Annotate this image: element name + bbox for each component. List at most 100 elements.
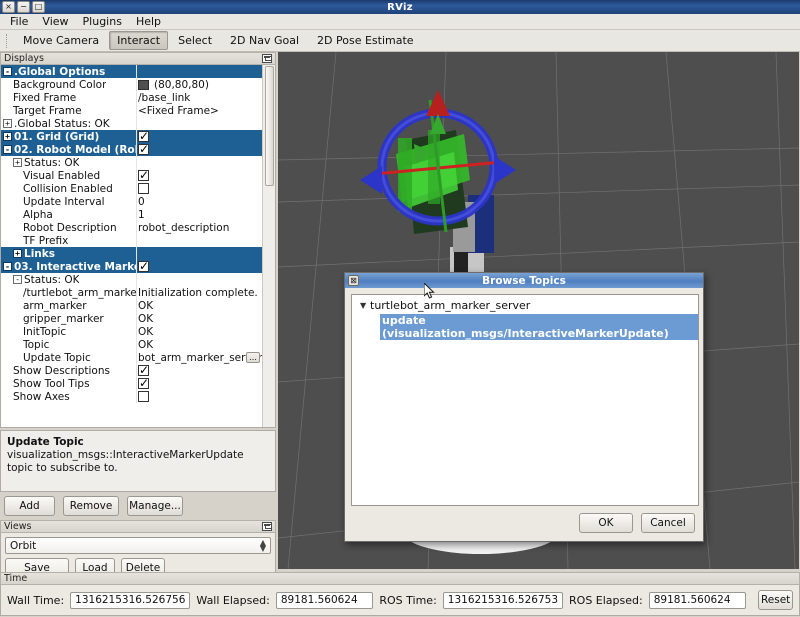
tree-row[interactable]: Show Axes	[1, 390, 262, 403]
tree-row[interactable]: - Status: OK	[1, 273, 262, 286]
checkbox[interactable]	[138, 183, 149, 194]
displays-tree[interactable]: - .Global Options Background Color (80,80,8…	[0, 65, 276, 428]
ros-time-field[interactable]: 1316215316.526753	[442, 591, 564, 609]
value-text: Initialization complete.	[138, 286, 258, 299]
topic-node-label: turtlebot_arm_marker_server	[370, 299, 531, 312]
cancel-button[interactable]: Cancel	[641, 513, 695, 533]
close-icon[interactable]: ×	[2, 1, 15, 13]
menu-view[interactable]: View	[36, 14, 74, 29]
tree-row[interactable]: Target Frame <Fixed Frame>	[1, 104, 262, 117]
topic-tree-node[interactable]: ▼ turtlebot_arm_marker_server	[352, 295, 698, 312]
topic-list[interactable]: ▼ turtlebot_arm_marker_server update (vi…	[351, 294, 699, 506]
column-separator	[136, 260, 137, 273]
checkbox[interactable]	[138, 391, 149, 402]
tree-row[interactable]: - .Global Options	[1, 65, 262, 78]
tool-interact[interactable]: Interact	[109, 31, 169, 50]
tree-row-value: bot_arm_marker_server/update...	[136, 352, 262, 364]
rviz-window: × − □ RViz File View Plugins Help Move C…	[0, 0, 800, 617]
minimize-icon[interactable]: −	[17, 1, 30, 13]
value-text: robot_description	[138, 221, 230, 234]
tree-row[interactable]: gripper_marker OK	[1, 312, 262, 325]
tree-row-name: +01. Grid (Grid)	[1, 131, 136, 143]
chevron-down-icon[interactable]: ▼	[360, 301, 370, 310]
checkbox[interactable]	[138, 261, 149, 272]
tree-row[interactable]: Background Color (80,80,80)	[1, 78, 262, 91]
tree-row[interactable]: Collision Enabled	[1, 182, 262, 195]
tree-row[interactable]: + .Global Status: OK	[1, 117, 262, 130]
checkbox[interactable]	[138, 365, 149, 376]
tree-row-name: Background Color	[1, 79, 136, 91]
tree-row-label: Status: OK	[24, 273, 80, 286]
tree-row[interactable]: Robot Description robot_description	[1, 221, 262, 234]
manage-button[interactable]: Manage...	[127, 496, 183, 516]
menu-file[interactable]: File	[4, 14, 34, 29]
view-type-select[interactable]: Orbit ▲ ▼	[5, 537, 271, 554]
tree-row[interactable]: arm_marker OK	[1, 299, 262, 312]
tree-row[interactable]: +01. Grid (Grid)	[1, 130, 262, 143]
value-text: <Fixed Frame>	[138, 104, 219, 117]
wall-time-field[interactable]: 1316215316.526756	[70, 591, 191, 609]
tree-row[interactable]: -03. Interactive Markers (In	[1, 260, 262, 273]
tree-row[interactable]: Alpha 1	[1, 208, 262, 221]
tree-row[interactable]: Fixed Frame/base_link	[1, 91, 262, 104]
ok-button[interactable]: OK	[579, 513, 633, 533]
tree-row[interactable]: /turtlebot_arm_marker_serInitialization …	[1, 286, 262, 299]
reset-button[interactable]: Reset	[758, 590, 793, 610]
tree-row[interactable]: TF Prefix	[1, 234, 262, 247]
checkbox[interactable]	[138, 131, 149, 142]
checkbox[interactable]	[138, 170, 149, 181]
browse-topic-button[interactable]: ...	[246, 352, 260, 363]
add-button[interactable]: Add	[4, 496, 55, 516]
tree-row[interactable]: + Links	[1, 247, 262, 260]
tool-select[interactable]: Select	[170, 31, 220, 50]
tree-row-label: Fixed Frame	[13, 91, 77, 104]
topic-tree-leaf[interactable]: update (visualization_msgs/InteractiveMa…	[380, 314, 698, 340]
tree-row[interactable]: Topic OK	[1, 338, 262, 351]
toolbar-grip[interactable]	[6, 33, 9, 48]
tree-row[interactable]: -02. Robot Model (Robot M	[1, 143, 262, 156]
expand-icon[interactable]: +	[13, 249, 22, 258]
undock-icon[interactable]	[262, 54, 272, 63]
views-panel-header: Views	[0, 520, 276, 533]
expand-icon[interactable]: +	[13, 158, 22, 167]
scrollbar-thumb[interactable]	[265, 66, 274, 186]
dialog-close-icon[interactable]: ⊠	[348, 275, 359, 286]
checkbox[interactable]	[138, 144, 149, 155]
tool-2d-pose-estimate[interactable]: 2D Pose Estimate	[309, 31, 422, 50]
collapse-icon[interactable]: -	[3, 145, 12, 154]
tree-row-label: arm_marker	[23, 299, 87, 312]
maximize-icon[interactable]: □	[32, 1, 45, 13]
tree-row-name: /turtlebot_arm_marker_ser	[1, 287, 136, 299]
tree-row[interactable]: InitTopic OK	[1, 325, 262, 338]
collapse-icon[interactable]: -	[3, 67, 12, 76]
expand-icon[interactable]: +	[3, 119, 12, 128]
displays-scrollbar[interactable]	[262, 65, 275, 427]
tree-row-value	[136, 261, 262, 272]
views-undock-icon[interactable]	[262, 522, 272, 531]
time-bar: Time Wall Time: 1316215316.526756 Wall E…	[0, 572, 800, 617]
menu-help[interactable]: Help	[130, 14, 167, 29]
color-swatch[interactable]	[138, 79, 149, 90]
checkbox[interactable]	[138, 378, 149, 389]
tree-row[interactable]: Update Topic bot_arm_marker_server/update…	[1, 351, 262, 364]
mouse-cursor	[424, 283, 435, 299]
tool-2d-nav-goal[interactable]: 2D Nav Goal	[222, 31, 307, 50]
tree-row[interactable]: Show Tool Tips	[1, 377, 262, 390]
column-separator	[136, 325, 137, 338]
wall-elapsed-field[interactable]: 89181.560624	[275, 591, 374, 609]
tree-row[interactable]: Visual Enabled	[1, 169, 262, 182]
tool-move-camera[interactable]: Move Camera	[15, 31, 107, 50]
dialog-title-bar: ⊠ Browse Topics	[345, 273, 703, 288]
collapse-icon[interactable]: -	[13, 275, 22, 284]
value-text: 0	[138, 195, 145, 208]
tree-row[interactable]: Show Descriptions	[1, 364, 262, 377]
ros-elapsed-field[interactable]: 89181.560624	[648, 591, 747, 609]
menu-plugins[interactable]: Plugins	[77, 14, 128, 29]
collapse-icon[interactable]: -	[3, 262, 12, 271]
ros-time-label: ROS Time:	[379, 593, 437, 607]
remove-button[interactable]: Remove	[63, 496, 119, 516]
tree-row[interactable]: Update Interval 0	[1, 195, 262, 208]
tree-row-label: 01. Grid (Grid)	[14, 130, 100, 143]
expand-icon[interactable]: +	[3, 132, 12, 141]
tree-row[interactable]: + Status: OK	[1, 156, 262, 169]
